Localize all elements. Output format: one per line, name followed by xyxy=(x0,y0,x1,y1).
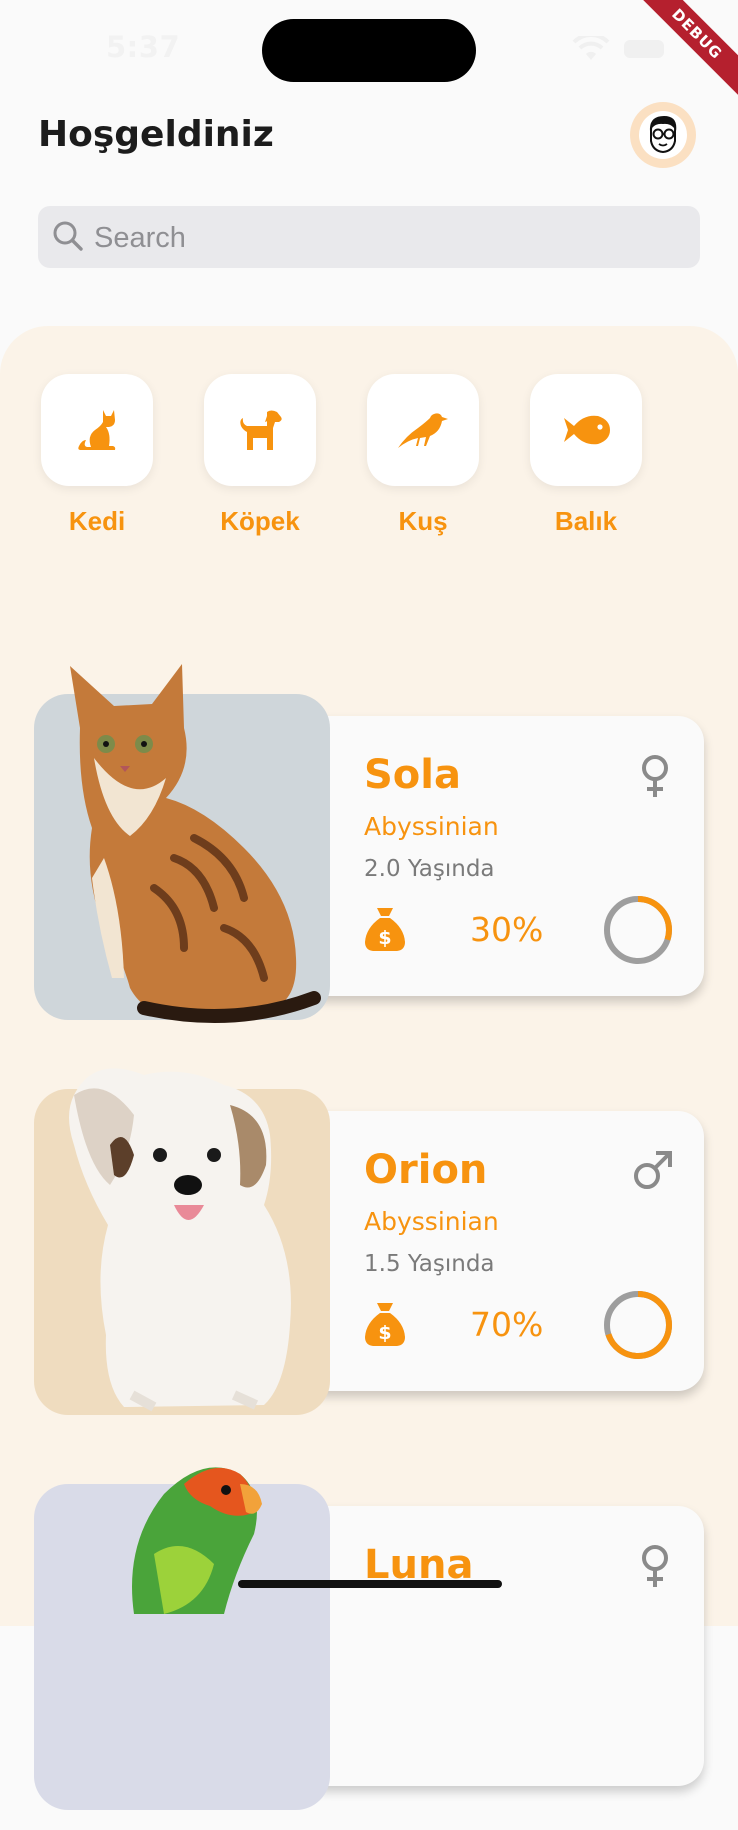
user-avatar-icon xyxy=(649,116,677,154)
category-label: Köpek xyxy=(220,506,300,536)
money-bag-icon: $ xyxy=(365,908,405,951)
pet-name: Orion xyxy=(364,1147,488,1193)
pet-card-luna[interactable]: Luna xyxy=(0,1450,738,1830)
category-label: Balık xyxy=(554,506,618,536)
status-bar: 5:37 xyxy=(0,0,738,92)
pet-age: 1.5 Yaşında xyxy=(364,1251,495,1277)
female-icon xyxy=(642,1545,668,1587)
pet-price-percent: 70% xyxy=(470,1305,544,1344)
bird-icon xyxy=(398,413,448,448)
pet-photo-cat xyxy=(34,664,330,1023)
search-input[interactable] xyxy=(92,206,676,270)
category-label: Kuş xyxy=(398,506,448,536)
pet-name: Sola xyxy=(364,752,461,798)
dynamic-island xyxy=(262,19,476,82)
pet-age: 2.0 Yaşında xyxy=(364,856,495,882)
cat-photo xyxy=(70,664,321,1023)
progress-ring xyxy=(604,1291,672,1359)
pet-card-sola[interactable]: Sola Abyssinian 2.0 Yaşında $ 30% xyxy=(0,660,738,1040)
category-label: Kedi xyxy=(68,506,126,536)
search-icon xyxy=(53,221,83,251)
category-balik[interactable]: Balık xyxy=(530,374,642,537)
svg-text:$: $ xyxy=(378,1322,391,1344)
avatar[interactable] xyxy=(630,102,696,168)
pet-breed: Abyssinian xyxy=(364,812,499,841)
dog-icon xyxy=(240,410,282,450)
svg-text:$: $ xyxy=(378,927,391,949)
dog-photo xyxy=(69,1068,291,1412)
page-title: Hoşgeldiniz xyxy=(38,114,274,155)
category-kus[interactable]: Kuş xyxy=(367,374,479,537)
pet-photo-dog xyxy=(34,1068,330,1415)
wifi-icon xyxy=(572,36,610,60)
category-kopek[interactable]: Köpek xyxy=(204,374,316,537)
search-bar[interactable] xyxy=(38,206,700,270)
home-indicator[interactable] xyxy=(238,1580,502,1588)
pet-price-percent: 30% xyxy=(470,910,544,949)
money-bag-icon: $ xyxy=(365,1303,405,1346)
progress-ring xyxy=(604,896,672,964)
female-icon xyxy=(642,755,668,797)
status-time: 5:37 xyxy=(106,30,181,64)
category-kedi[interactable]: Kedi xyxy=(41,374,153,537)
battery-icon xyxy=(624,40,664,58)
cat-icon xyxy=(78,410,116,450)
fish-icon xyxy=(564,415,610,445)
pet-photo-bird xyxy=(34,1467,330,1810)
male-icon xyxy=(634,1151,672,1189)
pet-card-orion[interactable]: Orion Abyssinian 1.5 Yaşında $ 70% xyxy=(0,1055,738,1435)
pet-breed: Abyssinian xyxy=(364,1207,499,1236)
parrot-photo xyxy=(132,1467,262,1614)
